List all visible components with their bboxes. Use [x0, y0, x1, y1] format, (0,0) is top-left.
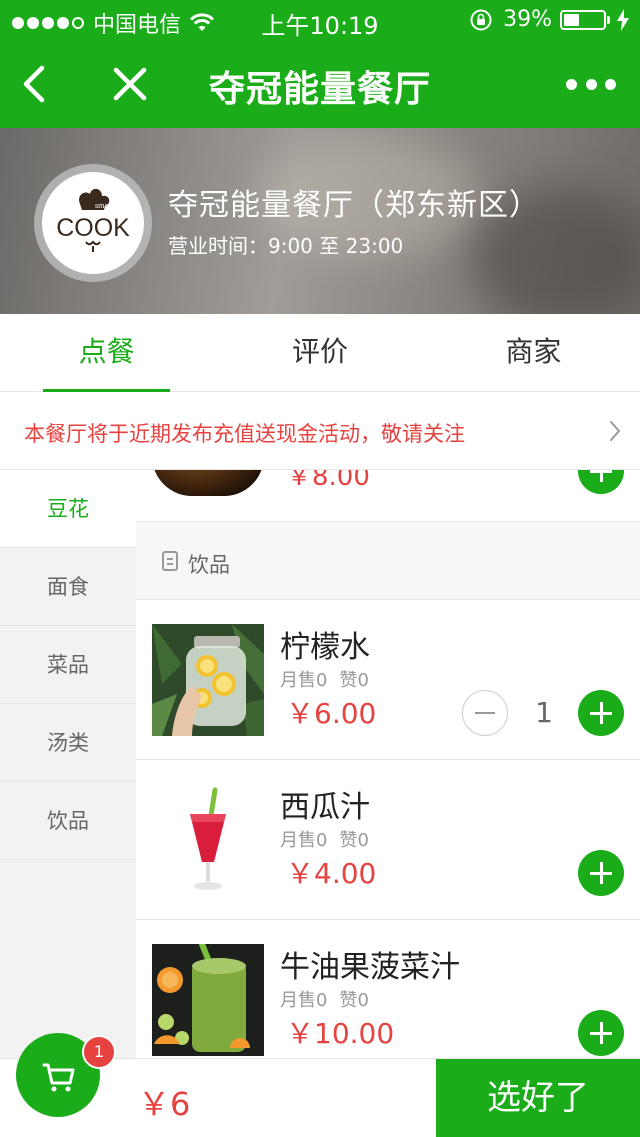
notice-banner[interactable]: 本餐厅将于近期发布充值送现金活动，敬请关注	[0, 392, 640, 470]
menu-list-icon	[162, 551, 178, 571]
status-bar: 中国电信 上午10:19 39%	[0, 0, 640, 40]
watermelon-juice-image	[152, 784, 264, 896]
page-title: 夺冠能量餐厅	[208, 69, 431, 110]
menu-list: ￥8.00 饮品 柠檬水 月售0 赞0 ￥6.00 1 西瓜汁 月售0 赞0 ￥…	[136, 470, 640, 1060]
lemon-water-image	[152, 624, 264, 736]
battery-cap	[607, 15, 610, 24]
add-button[interactable]	[578, 850, 624, 896]
item-price: ￥6.00	[286, 697, 377, 730]
charging-bolt-icon	[617, 8, 629, 31]
battery-icon	[560, 9, 606, 30]
nav-bar: 夺冠能量餐厅	[0, 40, 640, 128]
item-quantity: 1	[535, 696, 553, 729]
list-item: 牛油果菠菜汁 月售0 赞0 ￥10.00	[136, 920, 640, 1060]
item-stats: 月售0 赞0	[280, 666, 381, 692]
cart-total: ￥6	[138, 1085, 191, 1123]
item-price: ￥4.00	[286, 857, 377, 890]
restaurant-name: 夺冠能量餐厅（郑东新区）	[168, 188, 540, 223]
item-name: 西瓜汁	[280, 790, 370, 825]
tab-order[interactable]: 点餐	[0, 314, 213, 392]
notice-text: 本餐厅将于近期发布充值送现金活动，敬请关注	[24, 422, 465, 446]
item-name: 柠檬水	[280, 630, 370, 665]
item-price: ￥10.00	[286, 1017, 395, 1050]
likes-count: 赞0	[339, 990, 369, 1011]
logo-text-main: COOK	[56, 214, 130, 242]
item-price: ￥8.00	[286, 470, 370, 492]
section-header: 饮品	[136, 522, 640, 600]
item-name: 牛油果菠菜汁	[280, 950, 460, 985]
list-item: 西瓜汁 月售0 赞0 ￥4.00	[136, 760, 640, 920]
logo-text-small: smart	[95, 201, 114, 210]
sidebar-item-dishes[interactable]: 菜品	[0, 626, 136, 704]
section-label: 饮品	[188, 553, 230, 577]
category-sidebar: 豆花 面食 菜品 汤类 饮品	[0, 470, 136, 1060]
likes-count: 赞0	[339, 670, 369, 691]
sidebar-item-douhua[interactable]: 豆花	[0, 470, 136, 548]
item-stats: 月售0 赞0	[280, 826, 381, 852]
monthly-sales: 月售0	[280, 830, 328, 851]
business-hours: 营业时间：9:00 至 23:00	[168, 234, 404, 258]
battery-percent: 39%	[503, 7, 552, 32]
more-dot	[605, 78, 616, 90]
checkout-bar: 1 ￥6 选好了	[0, 1033, 640, 1137]
rotation-lock-icon	[470, 9, 492, 30]
sidebar-item-noodles[interactable]: 面食	[0, 548, 136, 626]
checkout-button[interactable]: 选好了	[436, 1059, 640, 1137]
more-dot	[585, 78, 597, 90]
more-dot	[566, 78, 577, 90]
sidebar-item-drinks[interactable]: 饮品	[0, 782, 136, 860]
likes-count: 赞0	[339, 830, 369, 851]
monthly-sales: 月售0	[280, 670, 328, 691]
list-item: 柠檬水 月售0 赞0 ￥6.00 1	[136, 600, 640, 760]
restaurant-logo: smart COOK	[42, 172, 144, 274]
tab-reviews[interactable]: 评价	[213, 314, 426, 391]
decrease-quantity-button[interactable]	[462, 690, 508, 736]
add-button[interactable]	[578, 690, 624, 736]
more-dots-icon[interactable]	[566, 62, 616, 106]
add-button[interactable]	[578, 470, 624, 494]
cart-count-badge: 1	[82, 1035, 116, 1069]
chevron-right-icon	[610, 421, 621, 441]
monthly-sales: 月售0	[280, 990, 328, 1011]
status-right: 39%	[469, 7, 630, 32]
add-button[interactable]	[578, 1010, 624, 1056]
tab-merchant[interactable]: 商家	[427, 314, 640, 391]
avocado-juice-image	[152, 944, 264, 1056]
dish-image	[152, 470, 264, 496]
list-item: ￥8.00	[136, 470, 640, 522]
sidebar-item-soups[interactable]: 汤类	[0, 704, 136, 782]
tab-bar: 点餐 评价 商家	[0, 314, 640, 392]
chef-logo-icon: smart COOK	[56, 188, 130, 252]
restaurant-header: smart COOK 夺冠能量餐厅（郑东新区） 营业时间：9:00 至 23:0…	[0, 128, 640, 314]
item-stats: 月售0 赞0	[280, 986, 381, 1012]
